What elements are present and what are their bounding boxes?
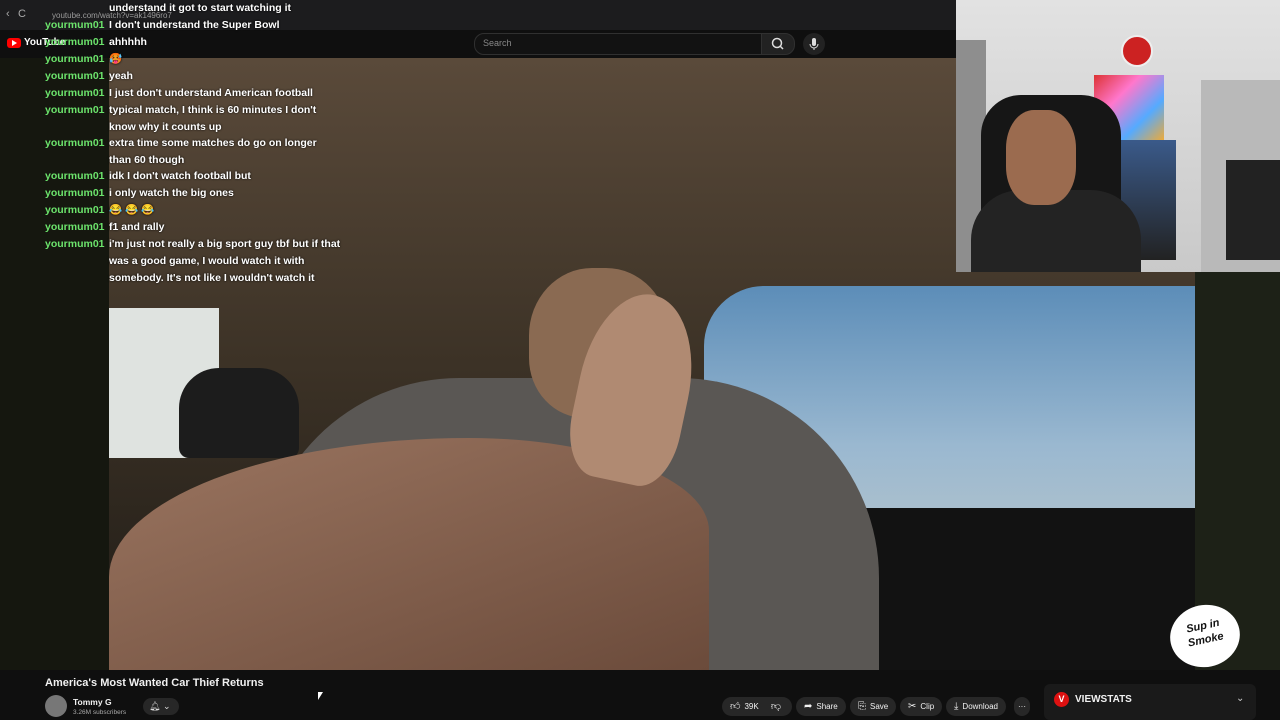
webcam-sign	[1121, 35, 1153, 67]
viewstats-title: VIEWSTATS	[1075, 694, 1132, 705]
save-button[interactable]: ⎘ Save	[850, 697, 897, 716]
chat-username: yourmum01	[45, 238, 105, 250]
car-seat	[179, 368, 299, 458]
chat-text: f1 and rally	[109, 221, 165, 233]
notification-bell-button[interactable]: 🔔︎ ⌄	[143, 698, 179, 715]
streamer-face	[1006, 110, 1076, 205]
search-placeholder: Search	[483, 38, 512, 48]
chat-username: yourmum01	[45, 70, 105, 82]
webcam-overlay	[956, 0, 1280, 272]
search-input[interactable]: Search	[474, 33, 762, 55]
search-button[interactable]	[761, 33, 795, 55]
clip-button[interactable]: ✂ Clip	[900, 697, 943, 716]
chat-username: yourmum01	[45, 221, 105, 233]
like-count[interactable]: 39K	[744, 702, 758, 711]
bookmark-icon: ⎘	[858, 701, 866, 712]
viewstats-logo-icon: V	[1054, 692, 1069, 707]
chat-text: extra time some matches do go on longer …	[109, 137, 317, 166]
clip-label: Clip	[920, 702, 935, 711]
download-icon: ⤓	[954, 701, 959, 712]
chat-text: I just don't understand American footbal…	[109, 87, 313, 99]
viewstats-widget[interactable]: V VIEWSTATS ⌄	[1044, 684, 1256, 720]
chat-text: typical match, I think is 60 minutes I d…	[109, 104, 317, 133]
thumbs-up-icon[interactable]: 👍︎	[730, 701, 740, 712]
subscriber-count: 3.26M subscribers	[73, 709, 127, 716]
chat-text: idk I don't watch football but	[109, 170, 251, 182]
reload-icon[interactable]: C	[18, 8, 26, 20]
scissors-icon: ✂	[908, 701, 917, 712]
chat-username: yourmum01	[45, 19, 105, 31]
chevron-down-icon: ⌄	[162, 701, 171, 711]
download-button[interactable]: ⤓ Download	[946, 697, 1006, 716]
search-icon	[771, 37, 784, 50]
chat-username: yourmum01	[45, 36, 105, 48]
webcam-shelf	[1226, 160, 1280, 260]
mouse-cursor-icon	[318, 692, 323, 700]
channel-avatar[interactable]	[45, 695, 67, 717]
chat-text: ahhhhh	[109, 36, 147, 48]
download-label: Download	[962, 702, 998, 711]
share-button[interactable]: ➦ Share	[796, 697, 846, 716]
chat-username: yourmum01	[45, 53, 105, 65]
video-title: America's Most Wanted Car Thief Returns	[45, 677, 264, 689]
bell-icon: 🔔︎	[149, 701, 161, 711]
chat-username: yourmum01	[45, 170, 105, 182]
watermark-text: Sup in Smoke	[1185, 616, 1225, 650]
chat-text: yeah	[109, 70, 133, 82]
channel-name[interactable]: Tommy G	[73, 697, 112, 707]
chat-username: yourmum01	[45, 87, 105, 99]
chat-username: yourmum01	[45, 104, 105, 116]
share-label: Share	[816, 702, 838, 711]
back-icon[interactable]: ‹	[6, 8, 10, 20]
voice-search-button[interactable]	[803, 33, 825, 55]
like-dislike-group: 👍︎ 39K 👎︎	[722, 697, 792, 716]
chat-text: 🥵	[109, 53, 123, 65]
mic-icon	[809, 38, 819, 50]
more-icon: ···	[1018, 702, 1026, 711]
chat-username: yourmum01	[45, 204, 105, 216]
thumbs-down-icon[interactable]: 👎︎	[771, 701, 781, 712]
chat-text: i'm just not really a big sport guy tbf …	[109, 238, 341, 284]
chat-text: 😂 😂 😂	[109, 204, 155, 216]
chevron-down-icon[interactable]: ⌄	[1236, 693, 1244, 704]
youtube-play-icon	[7, 37, 21, 48]
share-icon: ➦	[804, 701, 813, 712]
chat-username: yourmum01	[45, 187, 105, 199]
chat-text: I don't understand the Super Bowl⁣	[109, 19, 280, 31]
chat-text: i only watch the big ones	[109, 187, 234, 199]
chat-username: yourmum01	[45, 137, 105, 149]
save-label: Save	[870, 702, 889, 711]
more-actions-button[interactable]: ···	[1014, 697, 1030, 716]
chat-text: understand it got to start watching it⁣	[109, 2, 291, 14]
